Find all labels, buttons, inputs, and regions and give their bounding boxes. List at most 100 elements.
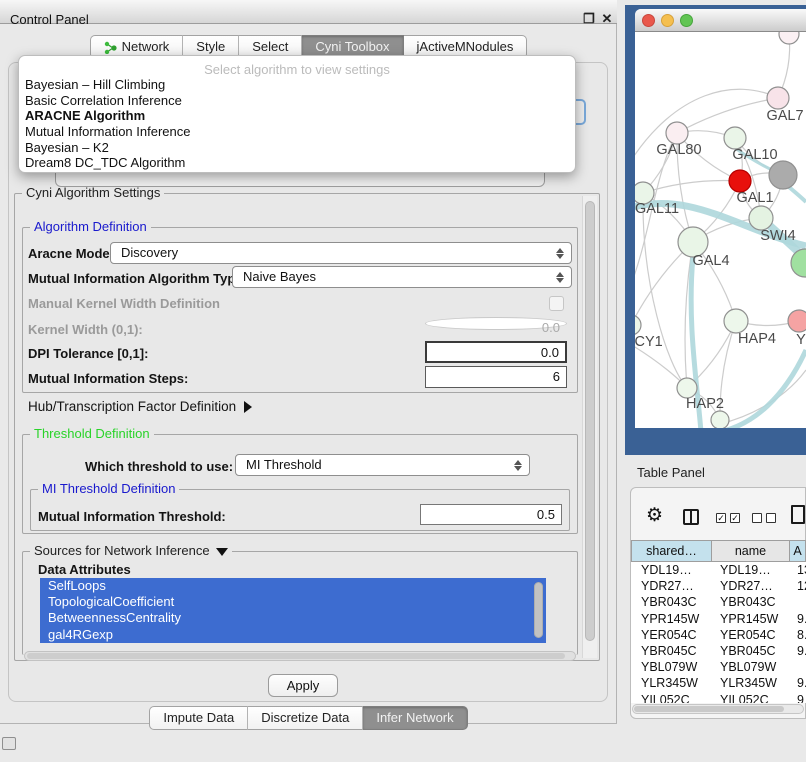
network-node-hap2[interactable]	[677, 378, 697, 398]
network-node-label: GAL4	[692, 253, 729, 269]
table-cell: YLR345W	[714, 675, 790, 691]
which-threshold-value: MI Threshold	[246, 457, 322, 472]
table-row[interactable]: YIL052CYIL052C9	[631, 692, 806, 704]
close-window-icon[interactable]: ✕	[599, 11, 615, 27]
data-attribute-item[interactable]: SelfLoops	[40, 578, 546, 594]
settings-scrollbar[interactable]	[582, 196, 597, 658]
table-horizontal-scrollbar-thumb[interactable]	[634, 706, 784, 712]
network-node-gal7[interactable]	[767, 87, 789, 109]
table-cell: YBL079W	[635, 659, 711, 675]
document-icon[interactable]	[791, 505, 805, 524]
mi-type-label: Mutual Information Algorithm Type:	[28, 271, 247, 286]
network-node-hap4[interactable]	[724, 309, 748, 333]
algorithm-option[interactable]: Dream8 DC_TDC Algorithm	[19, 155, 575, 171]
table-cell: YLR345W	[635, 675, 711, 691]
tab-impute-data[interactable]: Impute Data	[149, 706, 248, 730]
column-header-name[interactable]: name	[711, 540, 790, 562]
network-window-titlebar[interactable]	[635, 9, 806, 32]
table-horizontal-scrollbar[interactable]	[632, 704, 804, 714]
network-node-swi4[interactable]	[749, 206, 773, 230]
algorithm-option[interactable]: ARACNE Algorithm	[19, 108, 575, 124]
table-cell: 9.	[791, 611, 806, 627]
network-canvas[interactable]: GAL7GAL80GAL10GAL1GAL11SWI4GAL4GCY1HAP4Y…	[635, 32, 806, 428]
network-node-gcy1[interactable]	[635, 315, 641, 335]
algorithm-option[interactable]: Basic Correlation Inference	[19, 93, 575, 109]
tab-discretize-data[interactable]: Discretize Data	[248, 706, 363, 730]
network-node-gal10[interactable]	[724, 127, 746, 149]
mi-type-select[interactable]: Naive Bayes	[232, 266, 572, 288]
tab-infer-network[interactable]: Infer Network	[363, 706, 467, 730]
table-row[interactable]: YBR045CYBR045C9.	[631, 643, 806, 659]
network-node-gal80[interactable]	[666, 122, 688, 144]
mi-threshold-field[interactable]: 0.5	[420, 504, 562, 525]
manual-kernel-label: Manual Kernel Width Definition	[28, 296, 220, 311]
kernel-width-field[interactable]: 0.0	[425, 317, 567, 330]
network-node[interactable]	[711, 411, 729, 428]
kernel-width-label: Kernel Width (0,1):	[28, 322, 143, 337]
settings-horizontal-scrollbar-thumb[interactable]	[27, 653, 565, 659]
float-window-icon[interactable]: ❐	[581, 11, 597, 27]
columns-icon[interactable]	[683, 509, 699, 525]
threshold-definition-title: Threshold Definition	[30, 427, 154, 441]
select-all-checkbox-icon[interactable]: ✓	[730, 513, 740, 523]
table-row[interactable]: YPR145WYPR145W9.	[631, 611, 806, 627]
data-attributes-label: Data Attributes	[38, 562, 131, 577]
network-node-gal1[interactable]	[729, 170, 751, 192]
minimize-traffic-light-icon[interactable]	[661, 14, 674, 27]
hub-definition-toggle[interactable]: Hub/Transcription Factor Definition	[28, 399, 252, 414]
settings-horizontal-scrollbar[interactable]	[24, 651, 576, 661]
gear-icon[interactable]: ⚙	[646, 506, 663, 526]
table-cell: YDR27…	[714, 578, 790, 594]
network-node-label: SWI4	[760, 228, 795, 244]
tab-label: Infer Network	[376, 707, 453, 729]
manual-kernel-checkbox[interactable]	[549, 296, 564, 311]
table-row[interactable]: YER054CYER054C8.	[631, 627, 806, 643]
network-node-label: GCY1	[635, 334, 663, 350]
algorithm-option[interactable]: Bayesian – K2	[19, 140, 575, 156]
network-node[interactable]	[791, 249, 806, 277]
close-traffic-light-icon[interactable]	[642, 14, 655, 27]
which-threshold-select[interactable]: MI Threshold	[235, 454, 530, 476]
column-header-shared[interactable]: shared…	[631, 540, 712, 562]
apply-button[interactable]: Apply	[268, 674, 338, 697]
network-node[interactable]	[779, 32, 799, 44]
data-attribute-item[interactable]: BetweennessCentrality	[40, 610, 546, 626]
zoom-traffic-light-icon[interactable]	[680, 14, 693, 27]
network-node-label: HAP4	[738, 331, 776, 347]
column-header-partial[interactable]: A	[789, 540, 806, 562]
algorithm-option[interactable]: Bayesian – Hill Climbing	[19, 77, 575, 93]
table-row[interactable]: YDL19…YDL19…13	[631, 562, 806, 578]
settings-scrollbar-thumb[interactable]	[585, 201, 595, 641]
mi-steps-field[interactable]: 6	[425, 366, 567, 388]
aracne-mode-select[interactable]: Discovery	[110, 242, 572, 264]
deselect-all-checkbox-icon[interactable]	[766, 513, 776, 523]
table-row[interactable]: YDR27…YDR27…12	[631, 578, 806, 594]
table-cell: 9.	[791, 643, 806, 659]
data-attribute-item[interactable]: gal4RGexp	[40, 627, 546, 643]
dock-panel-icon[interactable]	[2, 737, 16, 750]
table-cell: YBR045C	[714, 643, 790, 659]
algorithm-option[interactable]: Mutual Information Inference	[19, 124, 575, 140]
table-rows: YDL19…YDL19…13YDR27…YDR27…12YBR043CYBR04…	[631, 562, 806, 703]
table-row[interactable]: YBL079WYBL079W	[631, 659, 806, 675]
network-node-label: Y	[796, 332, 806, 348]
dpi-tolerance-field[interactable]: 0.0	[425, 341, 567, 363]
table-cell: YER054C	[714, 627, 790, 643]
table-panel-title: Table Panel	[637, 465, 705, 480]
network-edge	[643, 204, 687, 388]
table-row[interactable]: YBR043CYBR043C	[631, 594, 806, 610]
table-cell: YBL079W	[714, 659, 790, 675]
select-all-checkbox-icon[interactable]: ✓	[716, 513, 726, 523]
attributes-scrollbar-thumb[interactable]	[534, 582, 543, 638]
network-edge	[727, 350, 806, 428]
bottom-tabs: Impute DataDiscretize Data Infer Network	[0, 706, 617, 730]
network-node-y[interactable]	[788, 310, 806, 332]
table-row[interactable]: YLR345WYLR345W9.	[631, 675, 806, 691]
sources-group-title[interactable]: Sources for Network Inference	[30, 544, 232, 558]
deselect-all-checkbox-icon[interactable]	[752, 513, 762, 523]
table-cell: 8.	[791, 627, 806, 643]
network-node[interactable]	[769, 161, 797, 189]
sources-title-text: Sources for Network Inference	[34, 543, 210, 558]
data-attribute-item[interactable]: TopologicalCoefficient	[40, 594, 546, 610]
network-node-label: GAL10	[732, 147, 777, 163]
